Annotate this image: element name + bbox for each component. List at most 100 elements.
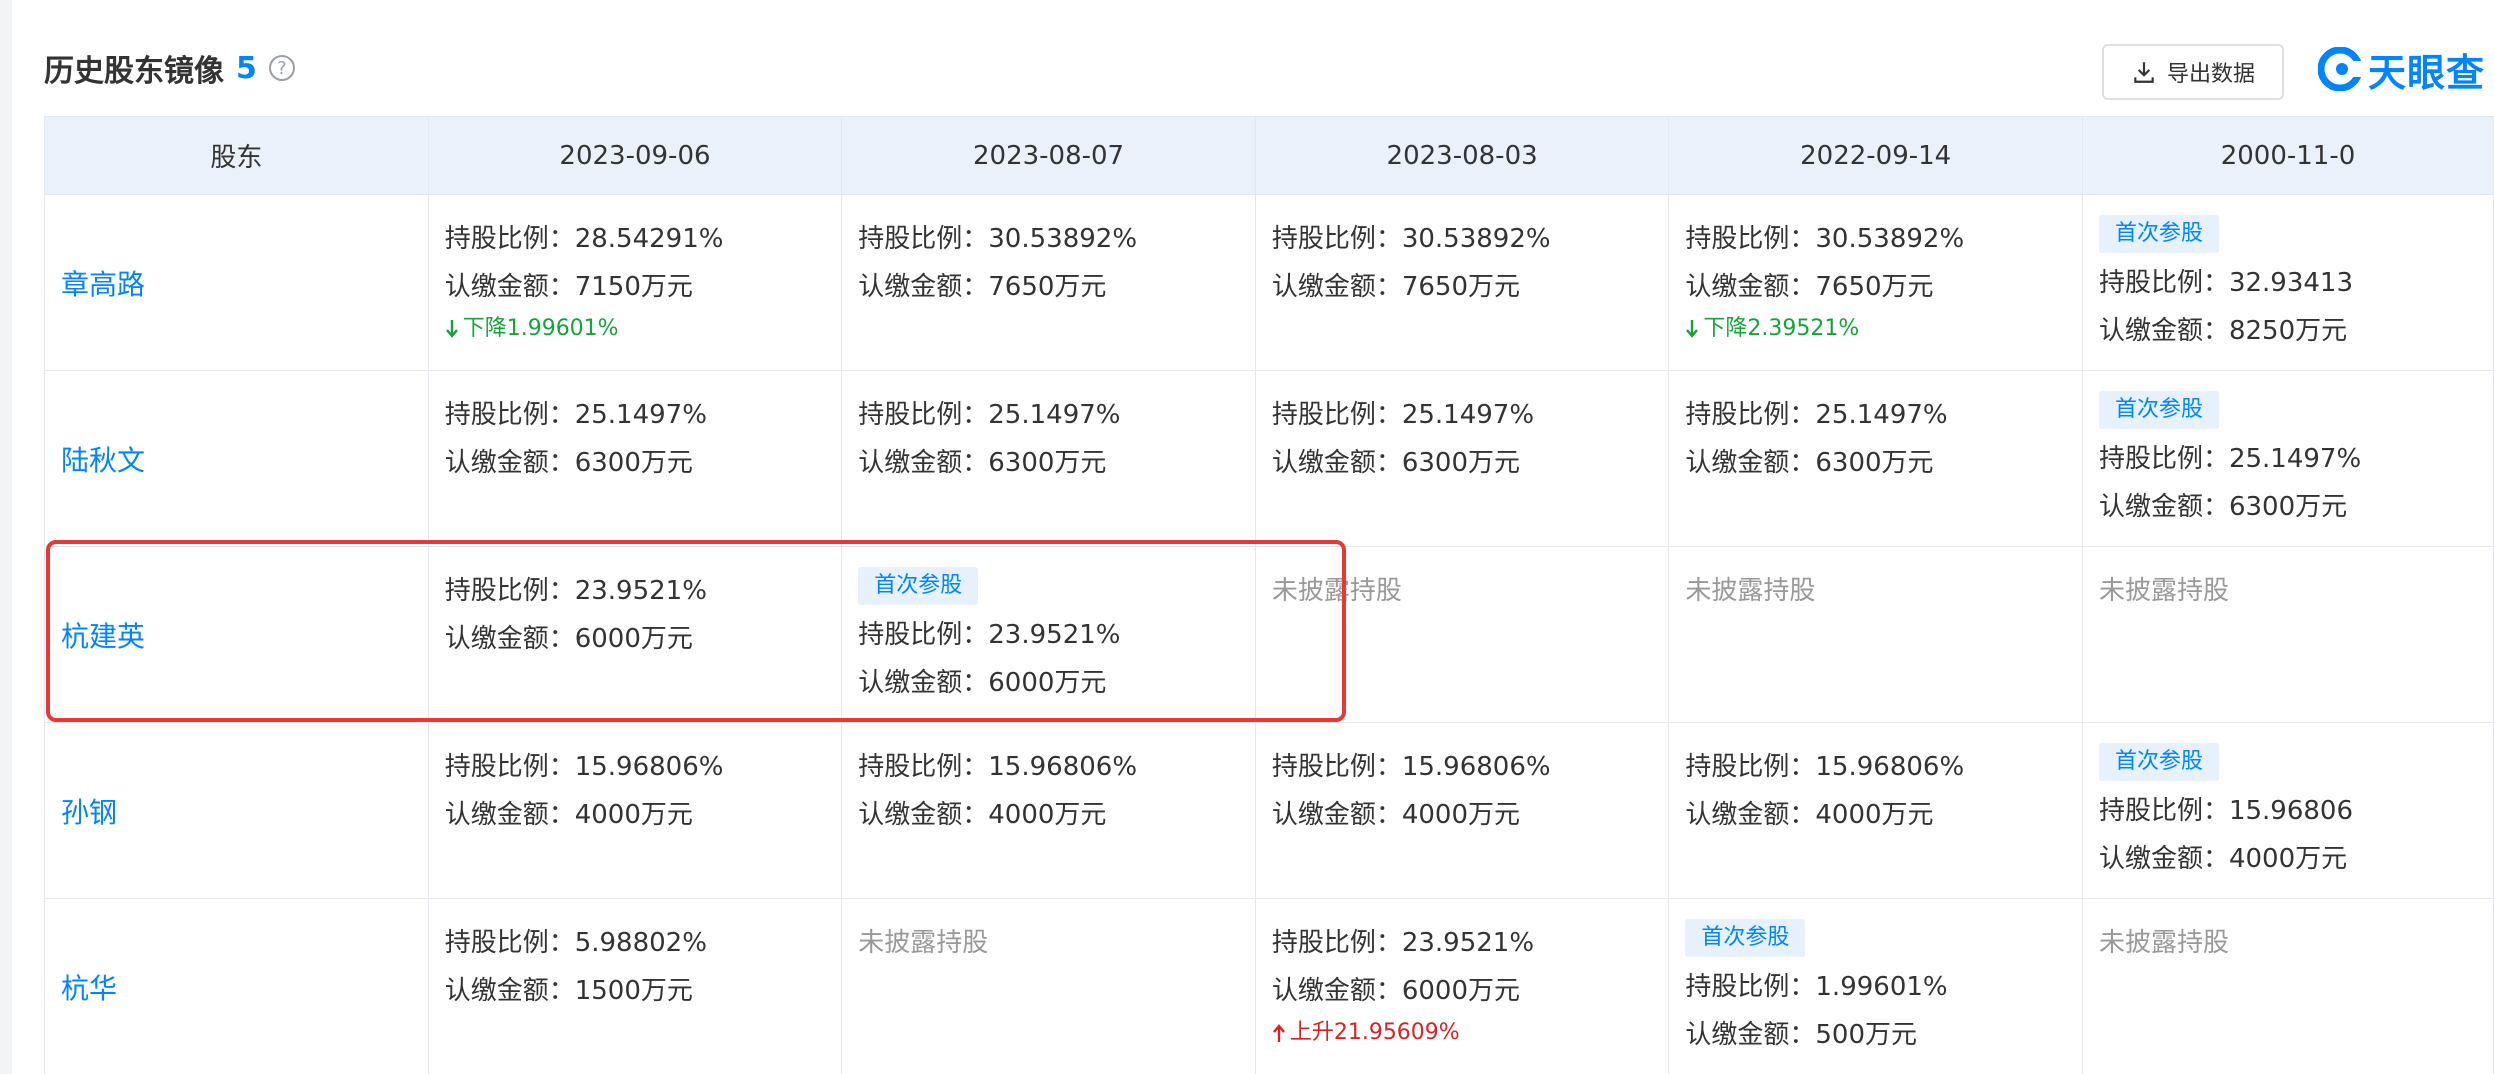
download-icon [2134,62,2154,83]
page-edge [0,0,12,1074]
shareholder-cell: 杭建英 [44,546,429,723]
table-row: 陆秋文 持股比例：25.1497% 认缴金额：6300万元 持股比例：25.14… [44,370,2494,547]
holding-ratio: 持股比例：15.96806% [444,752,724,782]
change-indicator: 下降2.39521% [1685,311,2066,347]
holding-cell: 首次参股 持股比例：23.9521% 认缴金额：6000万元 [841,546,1256,723]
holding-cell: 持股比例：15.96806% 认缴金额：4000万元 [841,722,1256,899]
change-text: 下降2.39521% [1703,316,1860,341]
holding-ratio: 持股比例：1.99601% [1685,972,1948,1002]
holding-cell: 持股比例：25.1497% 认缴金额：6300万元 [1254,370,1670,547]
holding-cell: 持股比例：15.96806% 认缴金额：4000万元 [427,722,843,899]
undisclosed-holding: 未披露持股 [2098,576,2229,606]
holding-cell: 持股比例：30.53892% 认缴金额：7650万元 [1254,194,1670,371]
subscribed-amount: 认缴金额：4000万元 [858,800,1107,830]
change-text: 下降1.99601% [462,316,619,341]
holding-cell: 持股比例：23.9521% 认缴金额：6000万元 上升21.95609% [1254,898,1670,1074]
brand-logo[interactable]: 天眼查 [2318,44,2486,95]
holding-ratio: 持股比例：23.9521% [444,576,707,606]
column-header-date: 2023-08-07 [841,116,1256,195]
section-title: 历史股东镜像 [44,54,224,89]
subscribed-amount: 认缴金额：7650万元 [1685,272,1934,302]
brand-name: 天眼查 [2368,50,2486,95]
holding-ratio: 持股比例：23.9521% [1271,928,1535,958]
first-stake-badge: 首次参股 [858,567,979,605]
column-header-date: 2022-09-14 [1668,116,2083,195]
holding-cell: 持股比例：30.53892% 认缴金额：7650万元 下降2.39521% [1668,194,2083,371]
column-header-date: 2023-08-03 [1254,116,1670,195]
table-row: 杭华 持股比例：5.98802% 认缴金额：1500万元 未披露持股 持股比例：… [44,898,2494,1074]
table-header-row: 股东 2023-09-06 2023-08-07 2023-08-03 2022… [44,116,2494,195]
subscribed-amount: 认缴金额：500万元 [1685,1020,1918,1050]
export-data-button[interactable]: 导出数据 [2102,44,2284,100]
shareholder-link[interactable]: 孙钢 [61,796,117,829]
holding-ratio: 持股比例：25.1497% [1685,400,1948,430]
holding-ratio: 持股比例：23.9521% [858,620,1121,650]
holding-cell: 首次参股 持股比例：1.99601% 认缴金额：500万元 [1668,898,2083,1074]
undisclosed-holding: 未披露持股 [1685,576,1816,606]
subscribed-amount: 认缴金额：7150万元 [444,272,693,302]
holding-ratio: 持股比例：25.1497% [444,400,707,430]
holding-cell: 首次参股 持股比例：15.96806 认缴金额：4000万元 [2081,722,2494,899]
holding-ratio: 持股比例：30.53892% [1271,224,1551,254]
subscribed-amount: 认缴金额：7650万元 [1271,272,1520,302]
shareholder-link[interactable]: 章高路 [61,268,145,301]
holding-ratio: 持股比例：25.1497% [1271,400,1535,430]
first-stake-badge: 首次参股 [2098,215,2219,253]
change-text: 上升21.95609% [1289,1020,1460,1045]
arrow-down-icon [1686,320,1699,338]
subscribed-amount: 认缴金额：4000万元 [1271,800,1520,830]
holding-cell: 持股比例：15.96806% 认缴金额：4000万元 [1668,722,2083,899]
subscribed-amount: 认缴金额：6000万元 [858,668,1107,698]
column-header-shareholder: 股东 [44,116,429,195]
first-stake-badge: 首次参股 [2098,743,2219,781]
undisclosed-holding: 未披露持股 [858,928,989,958]
arrow-down-icon [445,320,458,338]
holding-cell: 未披露持股 [1254,546,1670,723]
shareholder-history-table: 股东 2023-09-06 2023-08-07 2023-08-03 2022… [44,116,2494,1074]
subscribed-amount: 认缴金额：7650万元 [858,272,1107,302]
shareholder-link[interactable]: 陆秋文 [61,444,145,477]
holding-cell: 未披露持股 [1668,546,2083,723]
table-row: 杭建英 持股比例：23.9521% 认缴金额：6000万元 首次参股 持股比例：… [44,546,2494,723]
subscribed-amount: 认缴金额：4000万元 [1685,800,1934,830]
change-indicator: 上升21.95609% [1272,1015,1653,1051]
holding-cell: 持股比例：5.98802% 认缴金额：1500万元 [427,898,843,1074]
holding-cell: 持股比例：28.54291% 认缴金额：7150万元 下降1.99601% [427,194,843,371]
subscribed-amount: 认缴金额：6300万元 [1271,448,1520,478]
holding-cell: 持股比例：25.1497% 认缴金额：6300万元 [841,370,1256,547]
holding-ratio: 持股比例：15.96806 [2098,796,2354,826]
holding-cell: 持股比例：30.53892% 认缴金额：7650万元 [841,194,1256,371]
subscribed-amount: 认缴金额：1500万元 [444,976,693,1006]
holding-cell: 未披露持股 [2081,546,2494,723]
holding-cell: 首次参股 持股比例：25.1497% 认缴金额：6300万元 [2081,370,2494,547]
shareholder-link[interactable]: 杭建英 [61,620,145,653]
subscribed-amount: 认缴金额：6000万元 [444,624,693,654]
subscribed-amount: 认缴金额：6000万元 [1271,976,1520,1006]
holding-cell: 未披露持股 [841,898,1256,1074]
subscribed-amount: 认缴金额：4000万元 [2098,844,2348,874]
export-data-label: 导出数据 [2166,62,2255,87]
shareholder-cell: 孙钢 [44,722,429,899]
shareholder-cell: 杭华 [44,898,429,1074]
holding-ratio: 持股比例：32.93413 [2098,268,2354,298]
shareholder-link[interactable]: 杭华 [61,972,117,1005]
subscribed-amount: 认缴金额：6300万元 [2098,492,2348,522]
record-count: 5 [236,50,257,86]
holding-ratio: 持股比例：25.1497% [858,400,1121,430]
subscribed-amount: 认缴金额：6300万元 [1685,448,1934,478]
subscribed-amount: 认缴金额：6300万元 [858,448,1107,478]
holding-cell: 持股比例：23.9521% 认缴金额：6000万元 [427,546,843,723]
holding-ratio: 持股比例：15.96806% [1271,752,1551,782]
first-stake-badge: 首次参股 [1685,919,1806,957]
holding-cell: 首次参股 持股比例：32.93413 认缴金额：8250万元 [2081,194,2494,371]
section-header: 历史股东镜像 5 ? [44,44,295,92]
holding-ratio: 持股比例：28.54291% [444,224,724,254]
holding-cell: 持股比例：25.1497% 认缴金额：6300万元 [427,370,843,547]
holding-ratio: 持股比例：30.53892% [858,224,1138,254]
column-header-date: 2023-09-06 [427,116,843,195]
holding-cell: 持股比例：25.1497% 认缴金额：6300万元 [1668,370,2083,547]
first-stake-badge: 首次参股 [2098,391,2219,429]
undisclosed-holding: 未披露持股 [1271,576,1402,606]
question-circle-icon[interactable]: ? [268,55,295,81]
holding-ratio: 持股比例：15.96806% [858,752,1138,782]
